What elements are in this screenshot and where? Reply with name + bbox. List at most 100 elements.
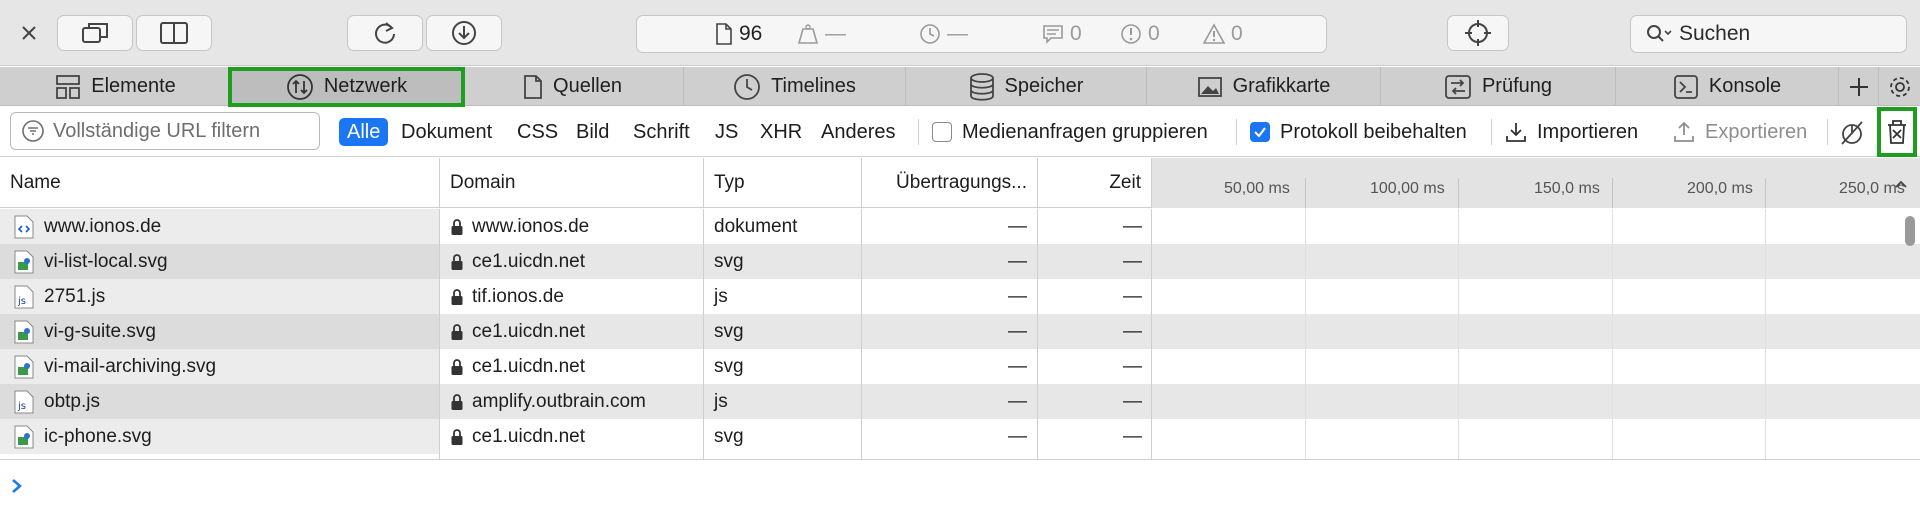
time-cell: — xyxy=(1123,390,1142,412)
tab-konsole[interactable]: Konsole xyxy=(1616,67,1839,106)
weight-icon xyxy=(797,24,819,44)
warnings-count[interactable]: 0 xyxy=(1203,16,1243,52)
load-duration-value: — xyxy=(947,22,968,45)
request-name: ic-phone.svg xyxy=(44,425,152,447)
filter-type-js[interactable]: JS xyxy=(715,118,738,146)
name-cell[interactable]: vi-list-local.svg xyxy=(0,244,439,279)
filter-type-all[interactable]: Alle xyxy=(339,118,389,146)
preserve-log-toggle[interactable]: Protokoll beibehalten xyxy=(1250,118,1467,146)
add-tab-button[interactable] xyxy=(1839,67,1879,106)
vertical-scrollbar[interactable] xyxy=(1901,209,1919,459)
disable-cache-button[interactable] xyxy=(1838,119,1866,147)
scrollbar-thumb[interactable] xyxy=(1905,216,1915,246)
column-header-time[interactable]: Zeit xyxy=(1038,158,1152,208)
request-list: www.ionos.de www.ionos.de dokument — — vi-lis… xyxy=(0,209,1920,459)
preserve-log-checkbox[interactable] xyxy=(1250,122,1270,142)
name-cell[interactable]: ic-phone.svg xyxy=(0,419,439,454)
undock-button[interactable] xyxy=(57,15,133,51)
filter-type-css[interactable]: CSS xyxy=(517,118,558,146)
tick-line xyxy=(1612,178,1613,208)
domain-cell: ce1.uicdn.net xyxy=(440,314,703,349)
tab-quellen[interactable]: Quellen xyxy=(462,67,684,106)
reload-icon xyxy=(375,22,395,44)
messages-count[interactable]: 0 xyxy=(1042,16,1082,52)
sort-chevron[interactable] xyxy=(1894,176,1908,194)
close-button[interactable] xyxy=(16,20,42,46)
lock-icon xyxy=(451,288,463,305)
domain-cell: ce1.uicdn.net xyxy=(440,349,703,384)
column-header-transfer[interactable]: Übertragungs... xyxy=(862,158,1038,208)
lock-icon xyxy=(451,358,463,375)
download-button[interactable] xyxy=(426,15,502,51)
filter-type-font[interactable]: Schrift xyxy=(633,118,690,146)
settings-button[interactable] xyxy=(1879,67,1920,106)
tab-label: Elemente xyxy=(91,75,176,97)
tab-netzwerk[interactable]: Netzwerk xyxy=(228,67,465,107)
element-picker-button[interactable] xyxy=(1447,15,1509,51)
dock-side-button[interactable] xyxy=(136,15,212,51)
js-file-icon: js xyxy=(14,285,34,308)
request-domain: amplify.outbrain.com xyxy=(472,390,646,412)
request-domain: tif.ionos.de xyxy=(472,285,564,307)
name-cell[interactable]: vi-mail-archiving.svg xyxy=(0,349,439,384)
svg-text:js: js xyxy=(17,296,26,307)
tab-elemente[interactable]: Elemente xyxy=(0,67,232,106)
table-row[interactable]: vi-mail-archiving.svg ce1.uicdn.net svg — — xyxy=(0,349,1920,384)
name-cell[interactable]: js 2751.js xyxy=(0,279,439,314)
resource-count[interactable]: 96 xyxy=(715,16,762,52)
request-domain: ce1.uicdn.net xyxy=(472,425,586,447)
url-filter-placeholder: Vollständige URL filtern xyxy=(53,119,261,142)
filter-type-xhr[interactable]: XHR xyxy=(760,118,802,146)
tab-timelines[interactable]: Timelines xyxy=(684,67,906,106)
table-row[interactable]: ic-phone.svg ce1.uicdn.net svg — — xyxy=(0,419,1920,454)
column-header-domain[interactable]: Domain xyxy=(440,158,704,208)
export-button[interactable]: Exportieren xyxy=(1673,118,1807,146)
errors-count-value: 0 xyxy=(1148,22,1160,45)
group-media-checkbox[interactable] xyxy=(932,122,952,142)
document-icon xyxy=(716,23,732,45)
table-row[interactable]: vi-g-suite.svg ce1.uicdn.net svg — — xyxy=(0,314,1920,349)
name-cell[interactable]: vi-g-suite.svg xyxy=(0,314,439,349)
request-domain: ce1.uicdn.net xyxy=(472,250,586,272)
console-prompt[interactable] xyxy=(0,459,1920,510)
table-row[interactable]: js obtp.js amplify.outbrain.com js — — xyxy=(0,384,1920,419)
column-divider xyxy=(703,209,704,459)
dock-side-icon xyxy=(160,22,188,44)
request-name: vi-mail-archiving.svg xyxy=(44,355,217,377)
filter-type-document[interactable]: Dokument xyxy=(401,118,492,146)
filter-type-image[interactable]: Bild xyxy=(576,118,609,146)
time-cell: — xyxy=(1123,320,1142,342)
plus-icon xyxy=(1849,77,1868,96)
search-field[interactable]: Suchen xyxy=(1630,15,1907,53)
load-duration[interactable]: — xyxy=(919,16,968,52)
column-header-name[interactable]: Name xyxy=(0,158,440,208)
time-cell: — xyxy=(1123,215,1142,237)
errors-count[interactable]: 0 xyxy=(1120,16,1160,52)
import-button[interactable]: Importieren xyxy=(1505,118,1638,146)
resource-count-value: 96 xyxy=(739,22,763,45)
domain-cell: ce1.uicdn.net xyxy=(440,419,703,454)
table-row[interactable]: vi-list-local.svg ce1.uicdn.net svg — — xyxy=(0,244,1920,279)
type-cell: js xyxy=(714,390,728,412)
tab-speicher[interactable]: Speicher xyxy=(906,67,1147,106)
highlight-box xyxy=(1877,107,1917,157)
load-time[interactable]: — xyxy=(797,16,846,52)
tab-grafikkarte[interactable]: Grafikkarte xyxy=(1147,67,1381,106)
name-cell[interactable]: js obtp.js xyxy=(0,384,439,419)
divider xyxy=(1236,119,1237,145)
group-media-toggle[interactable]: Medienanfragen gruppieren xyxy=(932,118,1208,146)
download-icon xyxy=(452,21,476,45)
filter-type-other[interactable]: Anderes xyxy=(821,118,896,146)
html-file-icon xyxy=(14,215,34,238)
table-row[interactable]: www.ionos.de www.ionos.de dokument — — xyxy=(0,209,1920,244)
reload-button[interactable] xyxy=(347,15,423,51)
name-cell[interactable]: www.ionos.de xyxy=(0,209,439,244)
tab-pruefung[interactable]: Prüfung xyxy=(1381,67,1616,106)
document-icon xyxy=(524,74,542,99)
tab-label: Speicher xyxy=(1004,75,1084,97)
url-filter-input[interactable]: Vollständige URL filtern xyxy=(10,112,320,150)
tab-label: Quellen xyxy=(553,75,622,97)
column-header-type[interactable]: Typ xyxy=(704,158,862,208)
table-row[interactable]: js 2751.js tif.ionos.de js — — xyxy=(0,279,1920,314)
lock-icon xyxy=(451,253,463,270)
